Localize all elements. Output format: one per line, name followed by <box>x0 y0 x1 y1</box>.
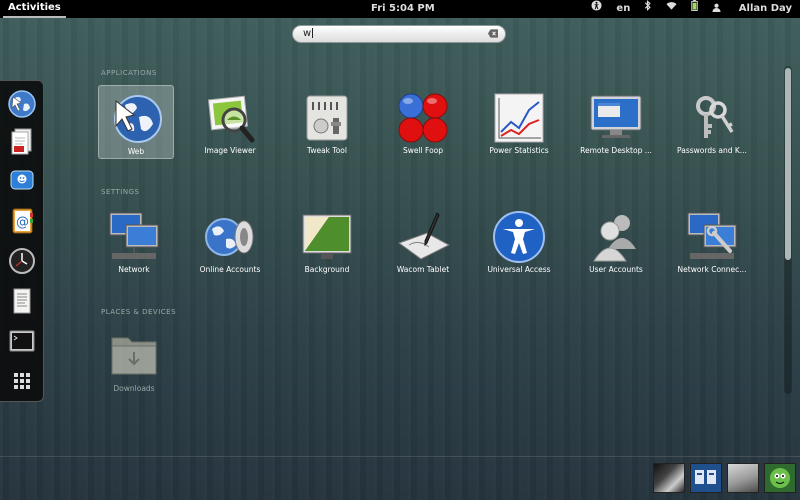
settings-label: Network <box>118 265 150 274</box>
top-bar: Activities Fri 5:04 PM en Allan Day <box>0 0 800 18</box>
section-applications: APPLICATIONS <box>101 69 157 77</box>
network-icon <box>109 212 159 259</box>
app-label: Swell Foop <box>402 146 444 155</box>
clock[interactable]: Fri 5:04 PM <box>371 0 435 18</box>
place-downloads[interactable]: Downloads <box>96 323 172 397</box>
user-icon <box>712 3 721 12</box>
contacts-icon: @ <box>12 208 33 234</box>
app-image-viewer[interactable]: Image Viewer <box>192 85 268 159</box>
activities-button[interactable]: Activities <box>3 0 66 18</box>
contact-avatar-4[interactable] <box>764 463 796 493</box>
text-cursor <box>312 28 314 38</box>
settings-label: Network Connec... <box>677 265 747 274</box>
language-indicator[interactable]: en <box>616 0 630 18</box>
contact-avatar-2[interactable] <box>690 463 722 493</box>
app-swell-foop[interactable]: Swell Foop <box>385 85 461 159</box>
settings-universal-access[interactable]: Universal Access <box>481 204 557 278</box>
search-text: w <box>303 28 312 39</box>
section-places: PLACES & DEVICES <box>101 308 177 316</box>
search-entry[interactable]: w <box>292 25 506 43</box>
document-viewer-icon <box>11 128 32 155</box>
settings-label: Universal Access <box>487 265 551 274</box>
network-connections-icon <box>687 212 737 259</box>
user-accounts-icon <box>593 215 636 262</box>
settings-wacom-tablet[interactable]: Wacom Tablet <box>385 204 461 278</box>
show-applications-button[interactable] <box>7 366 37 396</box>
svg-text:@: @ <box>16 215 29 230</box>
clear-search-icon[interactable] <box>488 29 498 38</box>
place-label: Downloads <box>113 384 155 393</box>
app-grid-scrollbar[interactable] <box>784 66 792 394</box>
app-label: Web <box>127 147 145 156</box>
settings-user-accounts[interactable]: User Accounts <box>578 204 654 278</box>
dash: @ <box>0 80 44 402</box>
power-statistics-icon <box>494 93 544 143</box>
dash-clock[interactable] <box>7 246 37 276</box>
clock-icon <box>9 248 35 274</box>
image-viewer-icon <box>207 95 255 143</box>
app-remote-desktop[interactable]: Remote Desktop ... <box>578 85 654 159</box>
settings-background[interactable]: Background <box>289 204 365 278</box>
settings-network-connections[interactable]: Network Connec... <box>674 204 750 278</box>
online-accounts-icon <box>205 218 254 256</box>
show-applications-icon <box>14 373 30 389</box>
user-name: Allan Day <box>738 3 792 14</box>
app-web[interactable]: Web <box>98 85 174 159</box>
settings-label: Background <box>304 265 350 274</box>
background-icon <box>302 214 352 259</box>
remote-desktop-icon <box>590 95 642 138</box>
dash-terminal[interactable] <box>7 326 37 356</box>
dash-text-editor[interactable] <box>7 286 37 316</box>
message-tray-divider <box>0 456 800 457</box>
tweak-tool-icon <box>306 95 348 141</box>
app-tweak-tool[interactable]: Tweak Tool <box>289 85 365 159</box>
web-globe-icon <box>114 95 162 143</box>
app-label: Remote Desktop ... <box>580 146 652 155</box>
terminal-icon <box>9 330 35 352</box>
app-label: Image Viewer <box>204 146 256 155</box>
app-passwords-and-keys[interactable]: Passwords and K... <box>674 85 750 159</box>
contact-avatar-3[interactable] <box>727 463 759 493</box>
swell-foop-icon <box>398 93 448 143</box>
battery-icon[interactable] <box>691 0 699 18</box>
dash-contacts[interactable]: @ <box>7 206 37 236</box>
contact-avatar-1[interactable] <box>653 463 685 493</box>
settings-label: Online Accounts <box>199 265 261 274</box>
wifi-icon[interactable] <box>666 0 677 18</box>
bluetooth-icon[interactable] <box>644 0 652 18</box>
keys-icon <box>696 96 734 138</box>
app-label: Passwords and K... <box>677 146 747 155</box>
accessibility-icon[interactable] <box>591 0 602 18</box>
settings-label: Wacom Tablet <box>396 265 450 274</box>
settings-label: User Accounts <box>589 265 643 274</box>
status-area: en Allan Day <box>577 0 792 18</box>
empathy-chat-icon <box>10 170 34 190</box>
text-editor-icon <box>13 288 31 314</box>
user-menu[interactable]: Allan Day <box>712 0 792 18</box>
dash-document-viewer[interactable] <box>7 126 37 156</box>
app-power-statistics[interactable]: Power Statistics <box>481 85 557 159</box>
settings-online-accounts[interactable]: Online Accounts <box>192 204 268 278</box>
app-label: Tweak Tool <box>307 146 347 155</box>
web-browser-icon <box>8 90 36 118</box>
wacom-tablet-icon <box>397 212 451 260</box>
settings-network[interactable]: Network <box>96 204 172 278</box>
dash-chat[interactable] <box>7 166 37 196</box>
scrollbar-thumb[interactable] <box>785 68 791 260</box>
section-settings: SETTINGS <box>101 188 140 196</box>
downloads-folder-icon <box>111 337 157 375</box>
app-label: Power Statistics <box>489 146 549 155</box>
dash-web-browser[interactable] <box>7 89 37 119</box>
universal-access-icon <box>493 211 545 263</box>
